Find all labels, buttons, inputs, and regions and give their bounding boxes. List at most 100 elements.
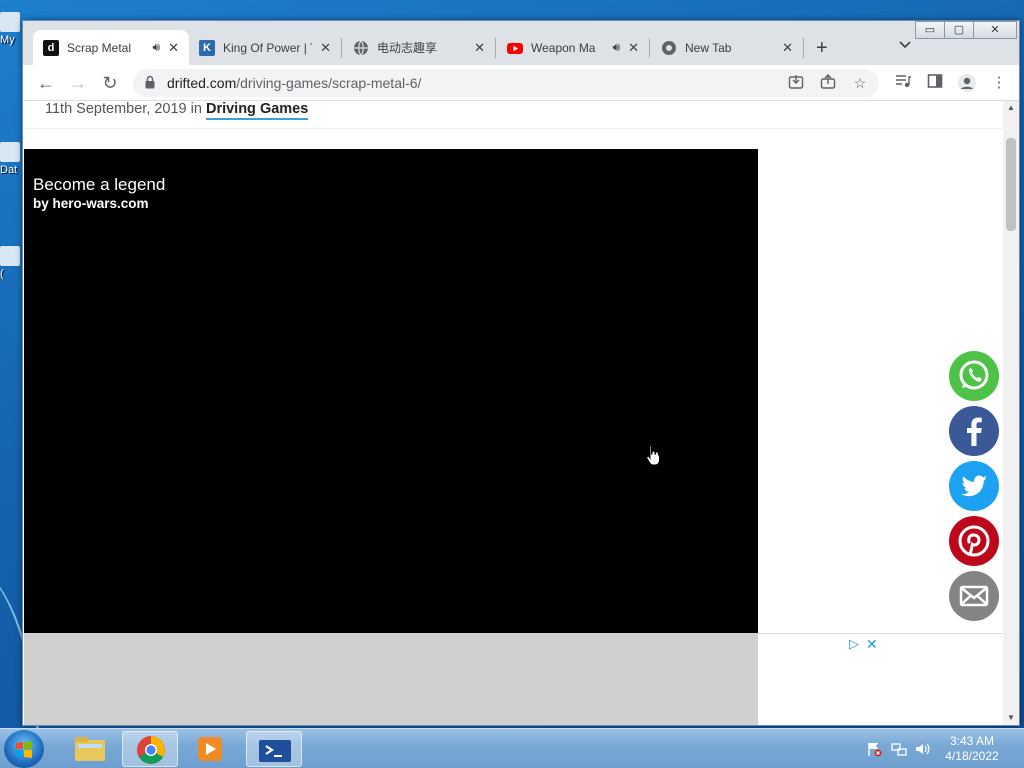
video-ad[interactable]: Become a legend by hero-wars.com	[24, 149, 758, 633]
tab-separator	[341, 38, 342, 58]
chevron-down-icon	[899, 41, 911, 49]
king-of-power-favicon-icon: K	[199, 39, 215, 56]
chrome-icon	[137, 736, 165, 764]
tab-title: New Tab	[685, 40, 732, 55]
post-meta: 11th September, 2019 in Driving Games	[45, 101, 309, 120]
folder-icon	[0, 142, 20, 162]
tab-title: King Of Power | T	[223, 40, 313, 55]
ad-banner-placeholder[interactable]	[24, 633, 758, 725]
back-button[interactable]: ←	[34, 71, 58, 95]
folder-icon	[75, 737, 105, 761]
desktop-icon-label: My	[0, 34, 15, 46]
facebook-icon	[967, 417, 982, 446]
start-button[interactable]	[4, 730, 44, 768]
taskbar: 3:43 AM 4/18/2022	[0, 728, 1024, 768]
url-text[interactable]: drifted.com/driving-games/scrap-metal-6/	[167, 75, 421, 91]
tab-title: 电动志趣享	[377, 41, 438, 55]
scroll-up-arrow-icon[interactable]: ▲	[1003, 101, 1019, 115]
taskbar-media-player-button[interactable]	[182, 731, 238, 767]
ad-close-icon[interactable]: ✕	[866, 636, 878, 653]
tab-close-icon[interactable]: ✕	[320, 40, 331, 56]
tab-close-icon[interactable]: ✕	[168, 40, 179, 56]
page-viewport: 11th September, 2019 in Driving Games Be…	[23, 101, 1003, 725]
whatsapp-share-button[interactable]	[949, 351, 999, 401]
desktop-icon-other[interactable]: (	[0, 246, 22, 280]
profile-avatar-icon[interactable]	[957, 73, 977, 93]
pinterest-share-button[interactable]	[949, 516, 999, 566]
desktop-icon-label: Dat	[0, 164, 18, 176]
tab-separator	[495, 38, 496, 58]
post-date: 11th September, 2019 in	[45, 101, 206, 117]
reload-button[interactable]: ↻	[98, 71, 122, 95]
desktop-icon-data[interactable]: Dat	[0, 142, 22, 176]
whatsapp-icon	[959, 360, 989, 390]
tab-strip: ▭ ▢ ✕ d Scrap Metal 🔊︎ ✕ K King Of Power…	[23, 21, 1019, 65]
taskbar-explorer-button[interactable]	[62, 731, 118, 767]
lock-icon[interactable]	[145, 75, 155, 89]
twitter-share-button[interactable]	[949, 461, 999, 511]
globe-icon	[353, 40, 369, 56]
scroll-thumb[interactable]	[1006, 138, 1016, 231]
drifted-favicon-icon: d	[43, 39, 59, 56]
address-bar[interactable]: drifted.com/driving-games/scrap-metal-6/…	[133, 69, 879, 97]
tab-separator	[649, 38, 650, 58]
tab-close-icon[interactable]: ✕	[782, 40, 793, 56]
network-icon[interactable]	[891, 741, 907, 757]
media-player-icon	[198, 737, 222, 761]
twitter-icon	[961, 475, 987, 497]
adchoices-icon[interactable]: ▷	[849, 636, 859, 652]
clock-date: 4/18/2022	[945, 749, 999, 763]
side-panel-icon[interactable]	[925, 73, 945, 93]
youtube-icon	[507, 40, 523, 56]
tab-title: Weapon Ma	[531, 40, 596, 55]
envelope-icon	[959, 585, 989, 607]
install-app-icon[interactable]	[787, 74, 805, 92]
tab-close-icon[interactable]: ✕	[474, 40, 485, 56]
tab-close-icon[interactable]: ✕	[628, 40, 639, 56]
tab-chinese-site[interactable]: 电动志趣享 ✕	[343, 30, 495, 65]
system-clock[interactable]: 3:43 AM 4/18/2022	[936, 734, 1008, 764]
speaker-icon[interactable]: 🔊︎	[153, 40, 161, 55]
divider	[23, 128, 1003, 129]
browser-window: ▭ ▢ ✕ d Scrap Metal 🔊︎ ✕ K King Of Power…	[22, 20, 1020, 726]
clock-time: 3:43 AM	[949, 734, 995, 748]
email-share-button[interactable]	[949, 571, 999, 621]
window-controls: ▭ ▢ ✕	[915, 21, 1017, 39]
facebook-share-button[interactable]	[949, 406, 999, 456]
tab-scrap-metal[interactable]: d Scrap Metal 🔊︎ ✕	[33, 30, 189, 65]
share-icon[interactable]	[819, 74, 837, 92]
tab-new-tab[interactable]: New Tab ✕	[651, 30, 803, 65]
tab-search-button[interactable]	[898, 37, 912, 54]
chrome-icon	[661, 40, 677, 56]
desktop-icon-label: (	[0, 268, 4, 280]
bookmark-star-icon[interactable]: ☆	[851, 74, 869, 92]
speaker-icon[interactable]: 🔊︎	[613, 40, 621, 55]
browser-toolbar: ← → ↻ drifted.com/driving-games/scrap-me…	[23, 65, 1019, 101]
tab-separator	[803, 38, 804, 58]
desktop-icon-my-computer[interactable]: My	[0, 12, 22, 46]
close-button[interactable]: ✕	[973, 21, 1017, 39]
powershell-icon	[259, 740, 291, 762]
tab-king-of-power[interactable]: K King Of Power | T ✕	[189, 30, 341, 65]
media-control-icon[interactable]	[893, 73, 913, 93]
ad-headline[interactable]: Become a legend	[33, 175, 165, 195]
app-icon	[0, 246, 20, 266]
tab-title: Scrap Metal	[67, 40, 132, 55]
taskbar-powershell-button[interactable]	[246, 731, 302, 767]
menu-kebab-icon[interactable]: ⋮	[989, 73, 1009, 93]
new-tab-button[interactable]: +	[816, 37, 828, 60]
ad-byline[interactable]: by hero-wars.com	[33, 196, 149, 211]
action-center-flag-icon[interactable]	[866, 741, 882, 757]
scroll-down-arrow-icon[interactable]: ▼	[1003, 711, 1019, 725]
computer-icon	[0, 12, 20, 32]
category-link[interactable]: Driving Games	[205, 101, 309, 120]
vertical-scrollbar[interactable]: ▲ ▼	[1003, 101, 1019, 725]
ad-divider	[758, 633, 1003, 634]
taskbar-chrome-button[interactable]	[122, 731, 178, 767]
maximize-button[interactable]: ▢	[944, 21, 974, 39]
pinterest-icon	[958, 525, 990, 557]
forward-button[interactable]: →	[66, 71, 90, 95]
minimize-button[interactable]: ▭	[915, 21, 945, 39]
tab-weapon[interactable]: Weapon Ma 🔊︎ ✕	[497, 30, 649, 65]
volume-icon[interactable]	[914, 741, 930, 757]
